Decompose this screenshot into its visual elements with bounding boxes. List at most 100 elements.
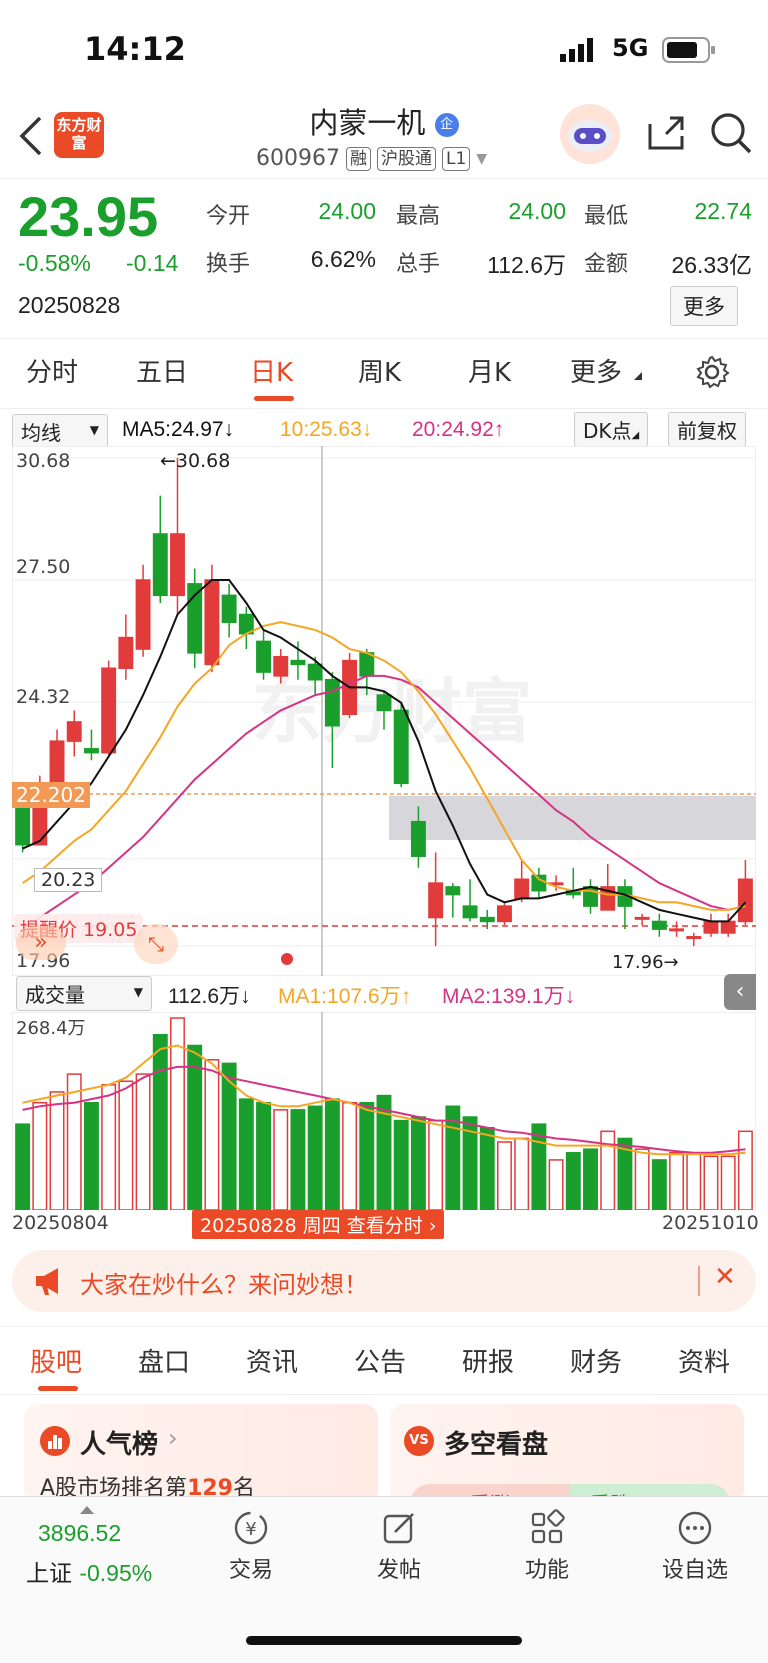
ask-banner[interactable]: 大家在炒什么？来问妙想！ ✕	[12, 1250, 756, 1312]
nav-apps[interactable]: 功能	[492, 1500, 602, 1584]
volume-bar	[669, 1152, 685, 1210]
candle-up	[428, 882, 444, 919]
bull-bear-card[interactable]: VS 多空看盘 看涨 看跌	[390, 1404, 744, 1504]
candle-up	[135, 579, 151, 650]
active-tab-underline	[254, 396, 294, 401]
volume-bar	[651, 1159, 667, 1210]
tab-profile[interactable]: 资料	[678, 1342, 730, 1379]
candle-down	[479, 916, 495, 923]
volume-bar	[238, 1098, 254, 1210]
candle-down	[152, 533, 168, 597]
volume-bar	[720, 1155, 736, 1210]
stock-sub-info[interactable]: 600967 融 沪股通 L1 ▼	[256, 146, 487, 171]
candle-down	[445, 886, 461, 896]
tab-forum[interactable]: 股吧	[30, 1342, 82, 1379]
assistant-avatar[interactable]	[560, 104, 620, 164]
candle-up	[703, 920, 719, 934]
candle-up	[170, 533, 185, 597]
volume-bar	[410, 1116, 426, 1210]
collapse-right-button[interactable]: ‹	[724, 974, 756, 1010]
arrow-up-icon: ↑	[400, 985, 412, 1008]
tag-level: L1	[441, 146, 471, 171]
volume-max-label: 268.4万	[16, 1014, 86, 1040]
close-icon[interactable]: ✕	[714, 1262, 736, 1292]
nav-post-label: 发帖	[376, 1558, 421, 1583]
triangle-up-icon	[80, 1506, 94, 1514]
high-annotation: ←30.68	[160, 450, 231, 472]
turnover-value: 6.62%	[310, 246, 376, 272]
tab-news[interactable]: 资讯	[246, 1342, 298, 1379]
kline-chart[interactable]: 东方财富	[12, 446, 756, 976]
event-dot[interactable]	[281, 953, 293, 965]
tab-weekly-k[interactable]: 周K	[358, 352, 401, 389]
dropdown-arrow-icon: ▼	[133, 985, 143, 999]
volume-chart[interactable]	[12, 1012, 756, 1210]
collapse-left-icon[interactable]: »	[16, 926, 66, 960]
tab-announcements[interactable]: 公告	[354, 1342, 406, 1379]
popularity-card[interactable]: 人气榜 › A股市场排名第129名	[24, 1404, 378, 1504]
index-name: 上证	[26, 1561, 72, 1587]
tab-five-day[interactable]: 五日	[136, 352, 188, 389]
share-icon[interactable]	[644, 110, 688, 158]
post-icon	[344, 1500, 454, 1552]
low-label: 最低	[584, 204, 629, 229]
low-annotation: 17.96→	[612, 952, 679, 973]
tab-orderbook[interactable]: 盘口	[138, 1342, 190, 1379]
candle-down	[376, 694, 392, 712]
ma20-value: 20:24.92	[412, 418, 494, 441]
dropdown-corner-icon: ◢	[631, 430, 640, 441]
search-icon[interactable]	[708, 110, 754, 160]
nav-post[interactable]: 发帖	[344, 1500, 454, 1584]
status-bar: 14:12 5G	[0, 0, 768, 100]
volume-bar	[152, 1033, 168, 1210]
high-value: 24.00	[508, 198, 566, 224]
volume-bar	[565, 1152, 581, 1210]
candle-up	[720, 920, 736, 934]
index-change: -0.95%	[79, 1560, 153, 1586]
chevron-down-icon: ▼	[476, 150, 488, 167]
price-adjust-button[interactable]: 前复权	[668, 412, 746, 447]
amount-value: 26.33亿	[671, 252, 752, 278]
chevron-right-icon: ›	[422, 1215, 437, 1237]
more-icon	[640, 1500, 750, 1552]
volume-bar	[187, 1044, 203, 1210]
nav-apps-label: 功能	[524, 1558, 569, 1583]
indicator-selector-label: 均线	[21, 421, 61, 445]
tab-finance[interactable]: 财务	[570, 1342, 622, 1379]
dropdown-arrow-icon: ▼	[89, 423, 99, 437]
volume-bar	[66, 1073, 82, 1210]
tab-monthly-k[interactable]: 月K	[468, 352, 511, 389]
dk-point-button[interactable]: DK点◢	[574, 412, 649, 447]
indicator-selector[interactable]: 均线 ▼	[12, 414, 108, 449]
forum-tab-underline	[38, 1386, 78, 1391]
volume-selector[interactable]: 成交量 ▼	[16, 976, 152, 1011]
settings-icon[interactable]	[694, 354, 730, 394]
index-widget[interactable]: 3896.52 上证 -0.95%	[26, 1506, 196, 1587]
tabs-divider	[0, 408, 768, 409]
tab-daily-k[interactable]: 日K	[250, 352, 293, 389]
nav-add-watchlist[interactable]: 设自选	[640, 1500, 750, 1584]
stock-name: 内蒙一机	[309, 106, 426, 140]
tab-intraday[interactable]: 分时	[26, 352, 78, 389]
more-quote-button[interactable]: 更多	[670, 286, 738, 326]
volume-bar	[307, 1105, 323, 1210]
candle-up	[669, 928, 685, 932]
ma20-legend: 20:24.92↑	[412, 418, 504, 442]
tab-research[interactable]: 研报	[462, 1342, 514, 1379]
chevron-right-icon: ›	[168, 1424, 178, 1452]
dropdown-corner-icon	[634, 372, 642, 380]
price-tick-2: 27.50	[16, 556, 71, 578]
volume-bar	[324, 1098, 340, 1210]
volume-bar	[514, 1137, 530, 1210]
expand-chart-icon[interactable]: ⤡	[134, 924, 178, 964]
volume-bar	[583, 1148, 598, 1210]
candle-down	[462, 905, 478, 919]
volume-bar	[204, 1059, 220, 1210]
ma10-legend: 10:25.63↓	[280, 418, 372, 442]
tab-more[interactable]: 更多	[570, 352, 622, 389]
nav-trade[interactable]: ¥ 交易	[196, 1500, 306, 1584]
crosshair-date-button[interactable]: 20250828 周四 查看分时 ›	[192, 1210, 445, 1239]
candle-up	[634, 916, 650, 920]
candle-up	[514, 878, 530, 900]
home-indicator	[246, 1636, 522, 1645]
